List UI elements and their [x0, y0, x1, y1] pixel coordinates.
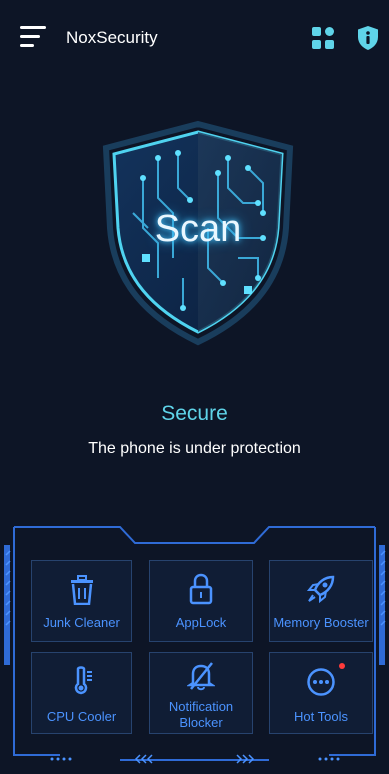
- tool-label-line1: Notification: [168, 699, 234, 714]
- apps-grid-icon: [312, 27, 334, 49]
- tool-label: Junk Cleaner: [43, 615, 120, 630]
- bell-off-icon: [187, 662, 215, 691]
- info-button[interactable]: [356, 25, 380, 51]
- tool-cpu-cooler[interactable]: CPU Cooler: [31, 652, 132, 734]
- tool-memory-booster[interactable]: Memory Booster: [269, 560, 373, 642]
- scan-button[interactable]: [98, 118, 298, 348]
- tool-label: AppLock: [175, 615, 227, 630]
- app-bar: NoxSecurity: [0, 0, 389, 78]
- hamburger-menu-icon-bar: [20, 44, 34, 47]
- status-subtitle: The phone is under protection: [88, 440, 301, 457]
- tool-notification-blocker[interactable]: Notification Blocker: [149, 652, 253, 734]
- tool-label: CPU Cooler: [46, 709, 117, 724]
- apps-grid-button[interactable]: [311, 26, 335, 50]
- info-shield-icon: [358, 26, 378, 50]
- tool-junk-cleaner[interactable]: Junk Cleaner: [31, 560, 132, 642]
- thermometer-icon: [74, 666, 92, 695]
- circuit-shield-icon: [102, 120, 294, 346]
- app-title: NoxSecurity: [66, 28, 158, 47]
- tools-dock-frame: [4, 526, 386, 764]
- trash-icon: [70, 575, 93, 605]
- tool-label: Memory Booster: [273, 615, 369, 630]
- tool-label-line2: Blocker: [179, 715, 223, 730]
- new-badge: [339, 663, 345, 669]
- menu-button[interactable]: [20, 26, 46, 48]
- lock-icon: [189, 573, 213, 605]
- rocket-icon: [306, 575, 335, 604]
- hamburger-menu-icon: [20, 26, 46, 29]
- tool-applock[interactable]: AppLock: [149, 560, 253, 642]
- tool-hot-tools[interactable]: Hot Tools: [269, 652, 373, 734]
- hamburger-menu-icon-bar: [20, 35, 40, 38]
- status-title: Secure: [161, 402, 228, 425]
- more-dots-icon: [307, 668, 335, 696]
- tool-label: Hot Tools: [294, 709, 348, 724]
